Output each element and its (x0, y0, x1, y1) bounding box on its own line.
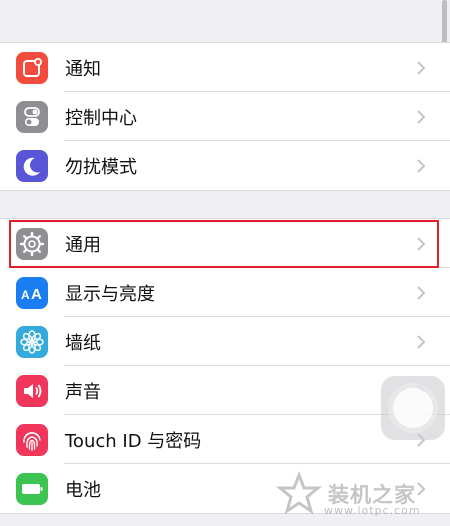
battery-icon (16, 472, 48, 505)
notifications-icon (16, 51, 48, 84)
chevron-right-icon (417, 60, 426, 75)
display-brightness-icon: A A (16, 276, 48, 309)
assistive-touch-icon (393, 388, 433, 428)
sound-speaker-icon (16, 374, 48, 407)
settings-row-label: 电池 (65, 479, 101, 501)
control-center-icon (16, 100, 48, 133)
do-not-disturb-moon-icon (16, 149, 48, 182)
settings-row-label: 显示与亮度 (65, 283, 155, 305)
assistive-touch-button[interactable] (381, 376, 445, 440)
highlight-annotation-box (9, 220, 439, 268)
settings-row-label: 通知 (65, 58, 101, 80)
settings-row-notifications[interactable]: 通知 (0, 43, 450, 92)
watermark-url: www.lotpc.com (324, 504, 421, 517)
chevron-right-icon (417, 109, 426, 124)
chevron-right-icon (417, 285, 426, 300)
settings-row-wallpaper[interactable]: 墙纸 (0, 317, 450, 366)
watermark: 装机之家 www.lotpc.com (276, 466, 446, 522)
settings-row-label: Touch ID 与密码 (65, 430, 202, 452)
settings-row-label: 勿扰模式 (65, 156, 137, 178)
settings-group-1: 通知 控制中心 勿扰模式 (0, 42, 450, 191)
settings-row-label: 墙纸 (65, 332, 101, 354)
wallpaper-flower-icon (16, 325, 48, 358)
svg-text:A: A (31, 286, 42, 303)
chevron-right-icon (417, 158, 426, 173)
watermark-star-logo-icon (276, 471, 322, 515)
fingerprint-icon (16, 423, 48, 456)
settings-row-do-not-disturb[interactable]: 勿扰模式 (0, 141, 450, 190)
svg-text:A: A (21, 288, 30, 302)
settings-row-label: 声音 (65, 381, 101, 403)
settings-row-control-center[interactable]: 控制中心 (0, 92, 450, 141)
settings-row-display-brightness[interactable]: A A 显示与亮度 (0, 268, 450, 317)
chevron-right-icon (417, 334, 426, 349)
settings-row-label: 控制中心 (65, 107, 137, 129)
